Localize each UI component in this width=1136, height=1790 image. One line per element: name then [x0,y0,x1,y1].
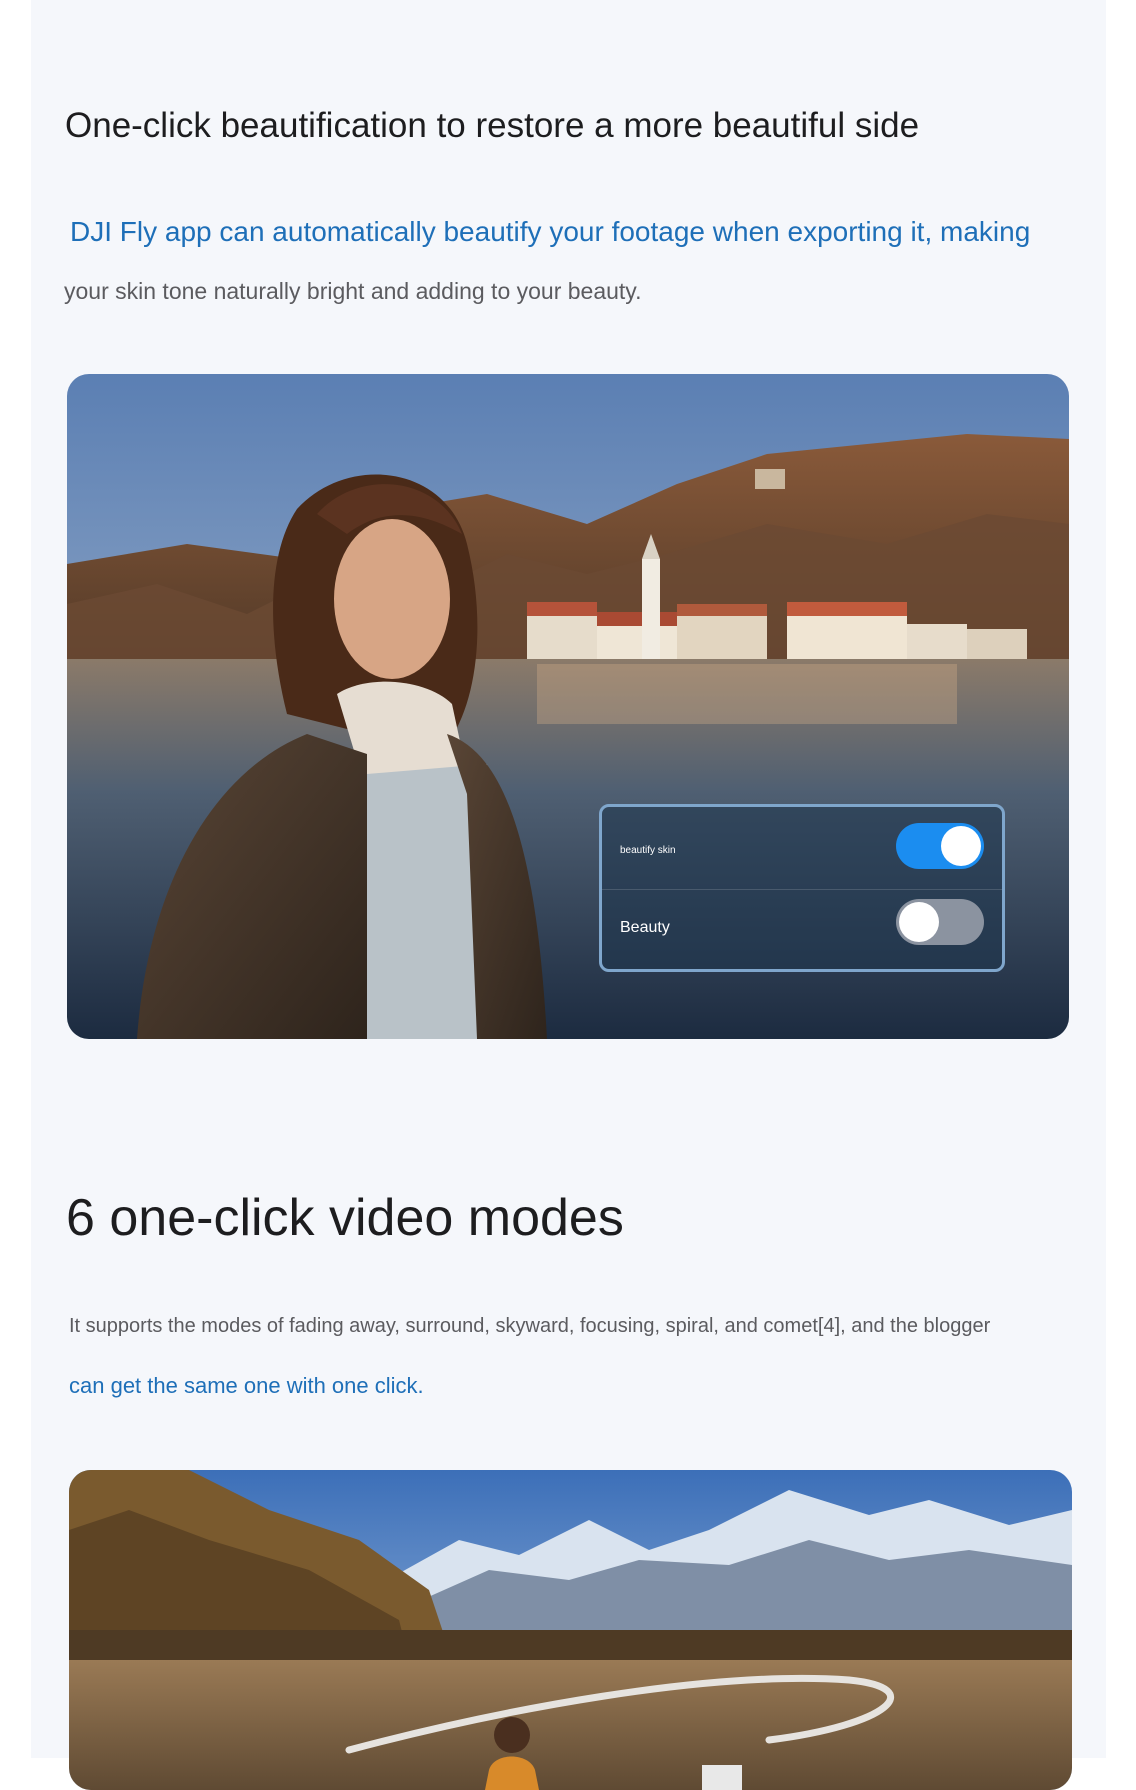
setting-row-beautify-skin: beautify skin [602,807,1002,890]
section-title-beautification: One-click beautification to restore a mo… [65,106,920,145]
toggle-knob [899,902,939,942]
section-description-line-1: DJI Fly app can automatically beautify y… [70,216,1031,247]
section-description-line-2: your skin tone naturally bright and addi… [64,278,642,304]
beauty-label: Beauty [620,919,670,936]
beauty-toggle[interactable] [896,899,984,945]
beautify-skin-toggle[interactable] [896,823,984,869]
toggle-knob [941,826,981,866]
section-description-line-2: can get the same one with one click. [69,1373,424,1398]
setting-row-beauty: Beauty [602,889,1002,971]
section-description-line-1: It supports the modes of fading away, su… [69,1315,991,1337]
beauty-settings-card: beautify skin Beauty [599,804,1005,972]
beautification-demo-image: beautify skin Beauty [67,374,1069,1039]
beautify-skin-label: beautify skin [620,845,676,856]
video-modes-demo-image [69,1470,1072,1790]
section-title-video-modes: 6 one-click video modes [66,1189,624,1247]
mountain-field-illustration [69,1470,1072,1790]
